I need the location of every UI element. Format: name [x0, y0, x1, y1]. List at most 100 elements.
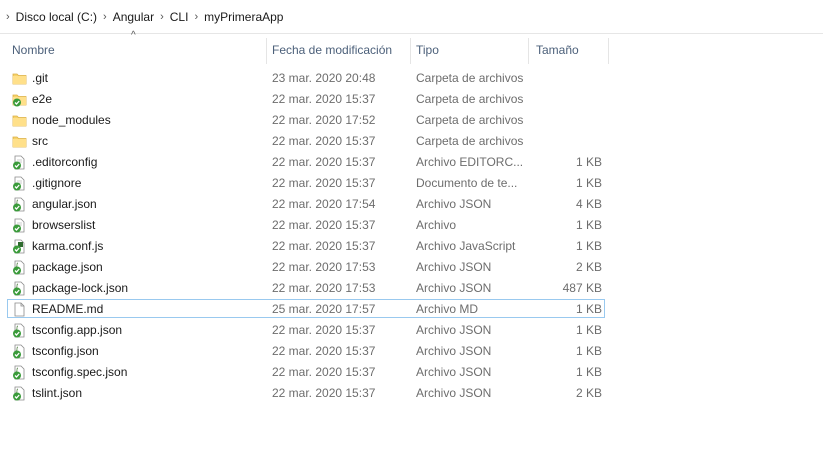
file-name: .git	[32, 71, 49, 85]
file-date: 22 mar. 2020 15:37	[272, 176, 376, 190]
blank-file-icon	[12, 302, 27, 317]
file-type: Carpeta de archivos	[416, 113, 524, 127]
file-date: 22 mar. 2020 17:52	[272, 113, 376, 127]
file-row[interactable]: angular.json 22 mar. 2020 17:54 Archivo JS…	[0, 194, 823, 215]
file-name: tsconfig.json	[32, 344, 99, 358]
file-name: package.json	[32, 260, 103, 274]
file-name: src	[32, 134, 48, 148]
file-size: 487 KB	[562, 281, 602, 295]
file-name: .editorconfig	[32, 155, 98, 169]
column-header-row: ^ Nombre Fecha de modificación Tipo Tama…	[0, 30, 823, 64]
chevron-right-icon[interactable]: ›	[6, 11, 10, 23]
file-row[interactable]: package.json 22 mar. 2020 17:53 Archivo JS…	[0, 257, 823, 278]
file-size: 1 KB	[575, 344, 602, 358]
folder-icon	[12, 71, 27, 86]
file-name: node_modules	[32, 113, 111, 127]
file-name: tslint.json	[32, 386, 83, 400]
file-row[interactable]: .gitignore 22 mar. 2020 15:37 Documento de…	[0, 173, 823, 194]
json-file-synced-icon	[12, 260, 27, 275]
breadcrumb-item-cli[interactable]: CLI	[170, 10, 189, 24]
json-file-synced-icon	[12, 386, 27, 401]
file-date: 22 mar. 2020 15:37	[272, 344, 376, 358]
file-type: Archivo JSON	[416, 365, 492, 379]
file-type: Carpeta de archivos	[416, 134, 524, 148]
file-size: 1 KB	[575, 239, 602, 253]
file-date: 22 mar. 2020 15:37	[272, 155, 376, 169]
breadcrumb-item-angular[interactable]: Angular	[113, 10, 154, 24]
file-name: karma.conf.js	[32, 239, 104, 253]
column-divider[interactable]	[608, 38, 609, 64]
file-type: Archivo JSON	[416, 281, 492, 295]
file-type: Carpeta de archivos	[416, 71, 524, 85]
file-size: 1 KB	[575, 365, 602, 379]
breadcrumb-item-drive[interactable]: Disco local (C:)	[16, 10, 97, 24]
file-type: Archivo JSON	[416, 260, 492, 274]
file-type: Archivo JSON	[416, 344, 492, 358]
file-name: README.md	[32, 302, 104, 316]
file-size: 1 KB	[575, 323, 602, 337]
chevron-right-icon[interactable]: ›	[160, 11, 164, 23]
file-type: Carpeta de archivos	[416, 92, 524, 106]
column-header-date[interactable]: Fecha de modificación	[268, 38, 410, 62]
json-file-synced-icon	[12, 344, 27, 359]
json-file-synced-icon	[12, 365, 27, 380]
column-header-type[interactable]: Tipo	[412, 38, 528, 62]
file-row[interactable]: src 22 mar. 2020 15:37 Carpeta de archivos	[0, 131, 823, 152]
file-row[interactable]: tsconfig.app.json 22 mar. 2020 15:37 Archi…	[0, 320, 823, 341]
file-date: 22 mar. 2020 15:37	[272, 218, 376, 232]
chevron-right-icon[interactable]: ›	[194, 11, 198, 23]
file-date: 22 mar. 2020 17:53	[272, 260, 376, 274]
breadcrumb-item-current[interactable]: myPrimeraApp	[204, 10, 283, 24]
file-row[interactable]: .editorconfig 22 mar. 2020 15:37 Archivo E…	[0, 152, 823, 173]
file-type: Archivo JSON	[416, 323, 492, 337]
file-name: tsconfig.app.json	[32, 323, 123, 337]
json-file-synced-icon	[12, 323, 27, 338]
file-date: 22 mar. 2020 15:37	[272, 92, 376, 106]
column-header-size[interactable]: Tamaño	[532, 38, 608, 62]
file-date: 22 mar. 2020 17:53	[272, 281, 376, 295]
file-date: 22 mar. 2020 15:37	[272, 386, 376, 400]
text-file-synced-icon	[12, 176, 27, 191]
file-row[interactable]: tsconfig.spec.json 22 mar. 2020 15:37 Arch…	[0, 362, 823, 383]
json-file-synced-icon	[12, 281, 27, 296]
text-file-synced-icon	[12, 155, 27, 170]
file-date: 22 mar. 2020 15:37	[272, 323, 376, 337]
file-row[interactable]: node_modules 22 mar. 2020 17:52 Carpeta de…	[0, 110, 823, 131]
file-date: 22 mar. 2020 15:37	[272, 134, 376, 148]
file-row[interactable]: e2e 22 mar. 2020 15:37 Carpeta de archivos	[0, 89, 823, 110]
file-date: 22 mar. 2020 15:37	[272, 239, 376, 253]
file-size: 1 KB	[575, 155, 602, 169]
js-file-synced-icon	[12, 239, 27, 254]
file-type: Archivo JSON	[416, 386, 492, 400]
file-row[interactable]: karma.conf.js 22 mar. 2020 15:37 Archivo J…	[0, 236, 823, 257]
file-date: 22 mar. 2020 15:37	[272, 365, 376, 379]
file-size: 1 KB	[575, 302, 602, 316]
file-type: Archivo JavaScript	[416, 239, 516, 253]
file-type: Archivo MD	[416, 302, 479, 316]
file-date: 23 mar. 2020 20:48	[272, 71, 376, 85]
json-file-synced-icon	[12, 197, 27, 212]
file-size: 1 KB	[575, 176, 602, 190]
file-type: Archivo EDITORC...	[416, 155, 524, 169]
file-row[interactable]: README.md 25 mar. 2020 17:57 Archivo MD 1 K…	[0, 299, 823, 320]
file-row[interactable]: .git 23 mar. 2020 20:48 Carpeta de archivo…	[0, 68, 823, 89]
chevron-right-icon[interactable]: ›	[103, 11, 107, 23]
file-name: browserslist	[32, 218, 96, 232]
folder-icon	[12, 134, 27, 149]
file-row[interactable]: package-lock.json 22 mar. 2020 17:53 Archi…	[0, 278, 823, 299]
file-row[interactable]: tsconfig.json 22 mar. 2020 15:37 Archivo J…	[0, 341, 823, 362]
file-size: 1 KB	[575, 218, 602, 232]
column-header-name[interactable]: Nombre	[8, 38, 266, 62]
file-row[interactable]: browserslist 22 mar. 2020 15:37 Archivo 1 K…	[0, 215, 823, 236]
file-type: Documento de te...	[416, 176, 518, 190]
file-type: Archivo	[416, 218, 457, 232]
breadcrumb: › Disco local (C:) › Angular › CLI › myP…	[0, 0, 823, 34]
file-row[interactable]: tslint.json 22 mar. 2020 15:37 Archivo JSO…	[0, 383, 823, 404]
file-name: .gitignore	[32, 176, 82, 190]
column-divider[interactable]	[266, 38, 267, 64]
file-size: 2 KB	[575, 386, 602, 400]
column-divider[interactable]	[528, 38, 529, 64]
column-divider[interactable]	[410, 38, 411, 64]
file-date: 25 mar. 2020 17:57	[272, 302, 376, 316]
file-size: 4 KB	[575, 197, 602, 211]
